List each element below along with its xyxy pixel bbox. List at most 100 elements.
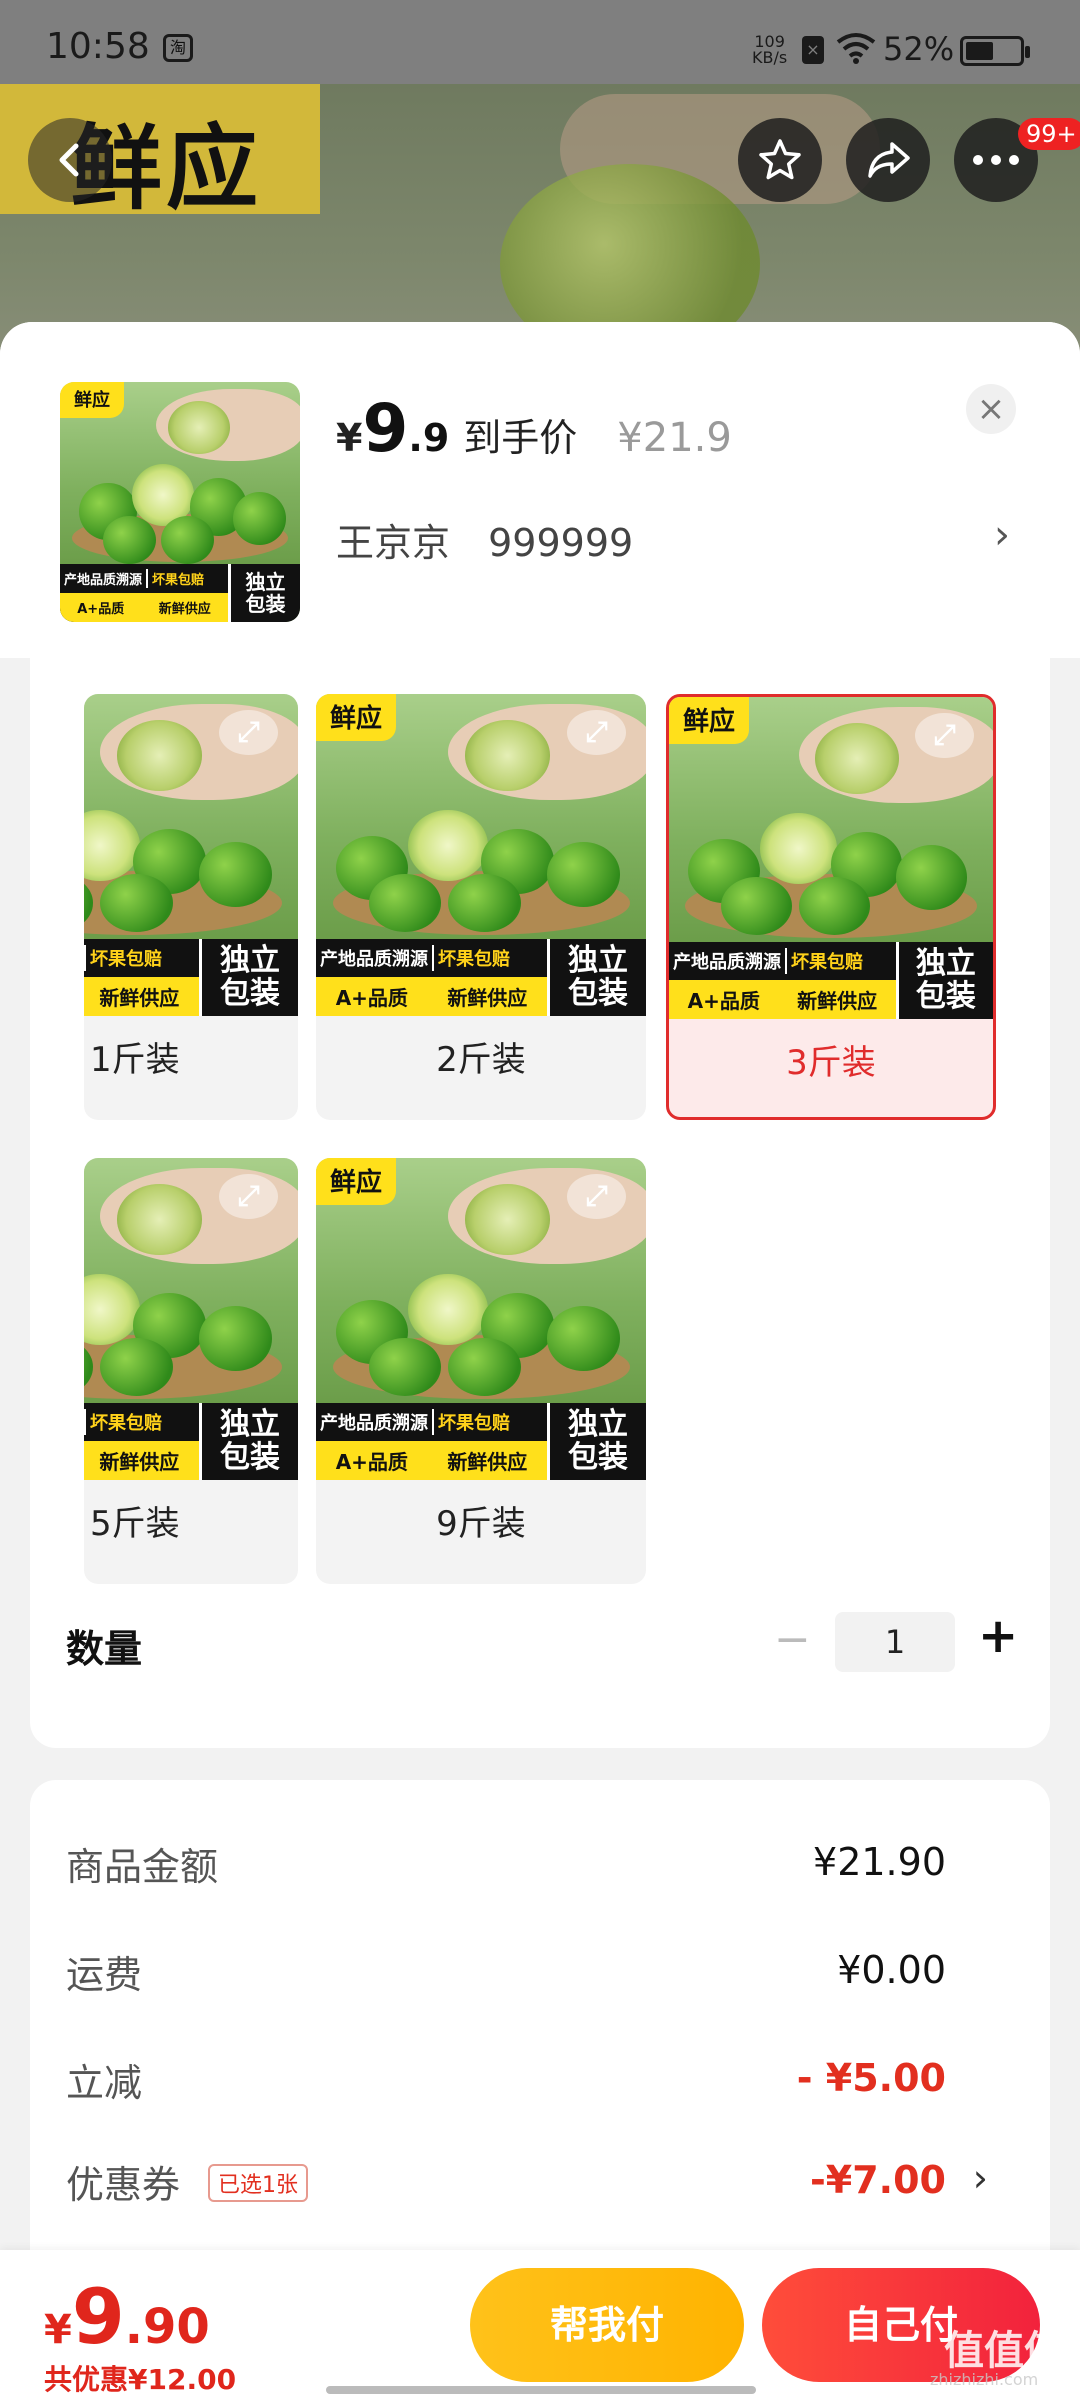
checkout-bar: ¥9.90 共优惠¥12.00 帮我付 自己付: [0, 2250, 1080, 2400]
original-price: ¥21.9: [617, 415, 732, 461]
banner-fresh: 新鲜供应: [447, 1450, 528, 1475]
lime-slice: [408, 809, 488, 881]
banner-pack: 独立 包装: [199, 1402, 298, 1480]
banner-pack-line2: 包装: [915, 979, 976, 1015]
battery-icon: [960, 36, 1030, 66]
product-banner: 产地品质溯源 坏果包赔 A+品质 新鲜供应 独立 包装: [316, 938, 646, 1016]
sku-option-tile[interactable]: 鲜应 ⤢ 产地品质溯源 坏果包赔 A+品质 新鲜供应 独立: [316, 694, 646, 1120]
price-decimal: .9: [408, 416, 450, 460]
coupon-label: 优惠券: [66, 2163, 181, 2207]
lime-shape: [547, 842, 620, 907]
banner-quality: A+品质: [687, 989, 760, 1014]
watermark-url: zhizhizhi.com: [930, 2370, 1039, 2389]
banner-pack-line2: 包装: [220, 976, 280, 1012]
close-button[interactable]: ×: [966, 384, 1016, 434]
taobao-app-icon: 淘: [163, 34, 193, 62]
banner-pack: 独立 包装: [199, 938, 298, 1016]
battery-nub: [1025, 46, 1030, 58]
banner-top: 产地品质溯源 坏果包赔: [84, 939, 199, 978]
sku-option-tile[interactable]: 鲜应 ⤢ 产地品质溯源 坏果包赔 A+品质 新鲜供应 独立: [316, 1158, 646, 1584]
banner-origin: 产地品质溯源: [316, 945, 434, 972]
banner-pack-line1: 独立: [568, 943, 628, 979]
banner-pack-line2: 包装: [245, 592, 286, 617]
sku-option-image: 鲜应 ⤢ 产地品质溯源 坏果包赔 A+品质 新鲜供应 独立 包装: [316, 1158, 646, 1480]
coupon-selected-tag: 已选1张: [208, 2164, 308, 2202]
product-image: 鲜应 ⤢ 产地品质溯源 坏果包赔 A+品质 新鲜供应 独立 包装: [316, 1158, 646, 1480]
product-image: 鲜应 产地品质溯源 坏果包赔 A+品质 新鲜供应 独立 包装: [60, 382, 300, 622]
chevron-right-icon[interactable]: ›: [973, 2156, 988, 2200]
network-speed: 109 KB/s: [752, 34, 787, 66]
lime-shape: [232, 492, 286, 546]
banner-top: 产地品质溯源 坏果包赔: [669, 942, 896, 981]
recipient-row[interactable]: 王京京 999999: [336, 512, 633, 567]
banner-origin: 产地品质溯源: [669, 948, 787, 975]
lime-shape: [100, 874, 173, 933]
final-price-integer: 9: [71, 2272, 125, 2361]
back-button[interactable]: [28, 118, 112, 202]
expand-icon[interactable]: ⤢: [915, 713, 974, 759]
help-pay-button[interactable]: 帮我付: [470, 2268, 744, 2382]
share-button[interactable]: [846, 118, 930, 202]
discount-value: - ¥5.00: [796, 2056, 946, 2100]
sku-option-label: 9斤装: [436, 1504, 526, 1544]
banner-top: 产地品质溯源 坏果包赔: [60, 564, 228, 593]
discount-row: 立减 - ¥5.00: [66, 2052, 1016, 2112]
banner-guarantee: 坏果包赔: [86, 945, 166, 972]
favorite-button[interactable]: [738, 118, 822, 202]
lime-shape: [547, 1306, 620, 1371]
sku-option-label: 1斤装: [90, 1040, 180, 1080]
notification-badge: 99+: [1018, 118, 1080, 150]
banner-pack-line1: 独立: [915, 946, 976, 982]
chevron-right-icon[interactable]: ›: [994, 512, 1010, 558]
price-currency: ¥: [336, 416, 363, 460]
banner-bottom: A+品质 新鲜供应: [84, 1441, 199, 1480]
goods-amount-value: ¥21.90: [813, 1840, 946, 1884]
product-banner: 产地品质溯源 坏果包赔 A+品质 新鲜供应 独立 包装: [84, 1402, 298, 1480]
star-icon: [759, 139, 801, 180]
sku-option-tile[interactable]: 鲜应 ⤢ 产地品质溯源 坏果包赔 A+品质 新鲜供应 独立: [666, 694, 996, 1120]
sku-option-image: 鲜应 ⤢ 产地品质溯源 坏果包赔 A+品质 新鲜供应 独立 包装: [669, 697, 993, 1019]
banner-quality: A+品质: [335, 1450, 408, 1475]
sku-option-image: ⤢ 产地品质溯源 坏果包赔 A+品质 新鲜供应 独立 包装: [84, 1158, 298, 1480]
discount-label: 立减: [66, 2061, 143, 2105]
sku-option-label: 3斤装: [786, 1043, 876, 1083]
quantity-plus-button[interactable]: +: [978, 1608, 1018, 1664]
expand-icon[interactable]: ⤢: [218, 1174, 279, 1220]
product-thumbnail[interactable]: 鲜应 产地品质溯源 坏果包赔 A+品质 新鲜供应 独立 包装: [60, 382, 300, 622]
coupon-value: -¥7.00: [810, 2158, 946, 2202]
shipping-value: ¥0.00: [837, 1948, 946, 1992]
banner-bottom: A+品质 新鲜供应: [316, 1441, 547, 1480]
brand-tag: 鲜应: [60, 382, 124, 418]
expand-icon[interactable]: ⤢: [566, 710, 627, 756]
recipient-name: 王京京: [336, 521, 451, 565]
banner-quality: A+品质: [335, 986, 408, 1011]
lime-shape: [448, 1338, 521, 1397]
lime-slice: [168, 401, 231, 454]
banner-pack: 独立 包装: [228, 564, 300, 622]
product-image: ⤢ 产地品质溯源 坏果包赔 A+品质 新鲜供应 独立 包装: [84, 1158, 298, 1480]
product-image: 鲜应 ⤢ 产地品质溯源 坏果包赔 A+品质 新鲜供应 独立 包装: [316, 694, 646, 1016]
shipping-row: 运费 ¥0.00: [66, 1944, 1016, 2004]
lime-slice: [814, 722, 900, 794]
banner-bottom: A+品质 新鲜供应: [84, 977, 199, 1016]
expand-icon[interactable]: ⤢: [218, 710, 279, 756]
brand-tag: 鲜应: [316, 1158, 397, 1205]
price-integer: 9: [362, 390, 409, 467]
banner-pack-line1: 独立: [220, 1407, 280, 1443]
expand-icon[interactable]: ⤢: [566, 1174, 627, 1220]
sku-option-tile[interactable]: ⤢ 产地品质溯源 坏果包赔 A+品质 新鲜供应 独立 包装: [84, 694, 298, 1120]
coupon-row[interactable]: 优惠券 已选1张 -¥7.00 ›: [66, 2154, 1016, 2214]
banner-top: 产地品质溯源 坏果包赔: [316, 939, 547, 978]
brand-tag: 鲜应: [669, 697, 750, 744]
brand-tag: 鲜应: [316, 694, 397, 741]
banner-origin: 产地品质溯源: [60, 569, 149, 589]
banner-pack-line1: 独立: [568, 1407, 628, 1443]
wifi-icon: [836, 33, 876, 64]
lime-slice: [464, 1183, 551, 1255]
sku-option-tile[interactable]: ⤢ 产地品质溯源 坏果包赔 A+品质 新鲜供应 独立 包装: [84, 1158, 298, 1584]
quantity-input[interactable]: 1: [835, 1612, 955, 1672]
home-indicator[interactable]: [326, 2386, 756, 2394]
lime-shape: [720, 877, 793, 936]
quantity-minus-button[interactable]: −: [774, 1614, 811, 1665]
product-banner: 产地品质溯源 坏果包赔 A+品质 新鲜供应 独立 包装: [60, 564, 300, 622]
